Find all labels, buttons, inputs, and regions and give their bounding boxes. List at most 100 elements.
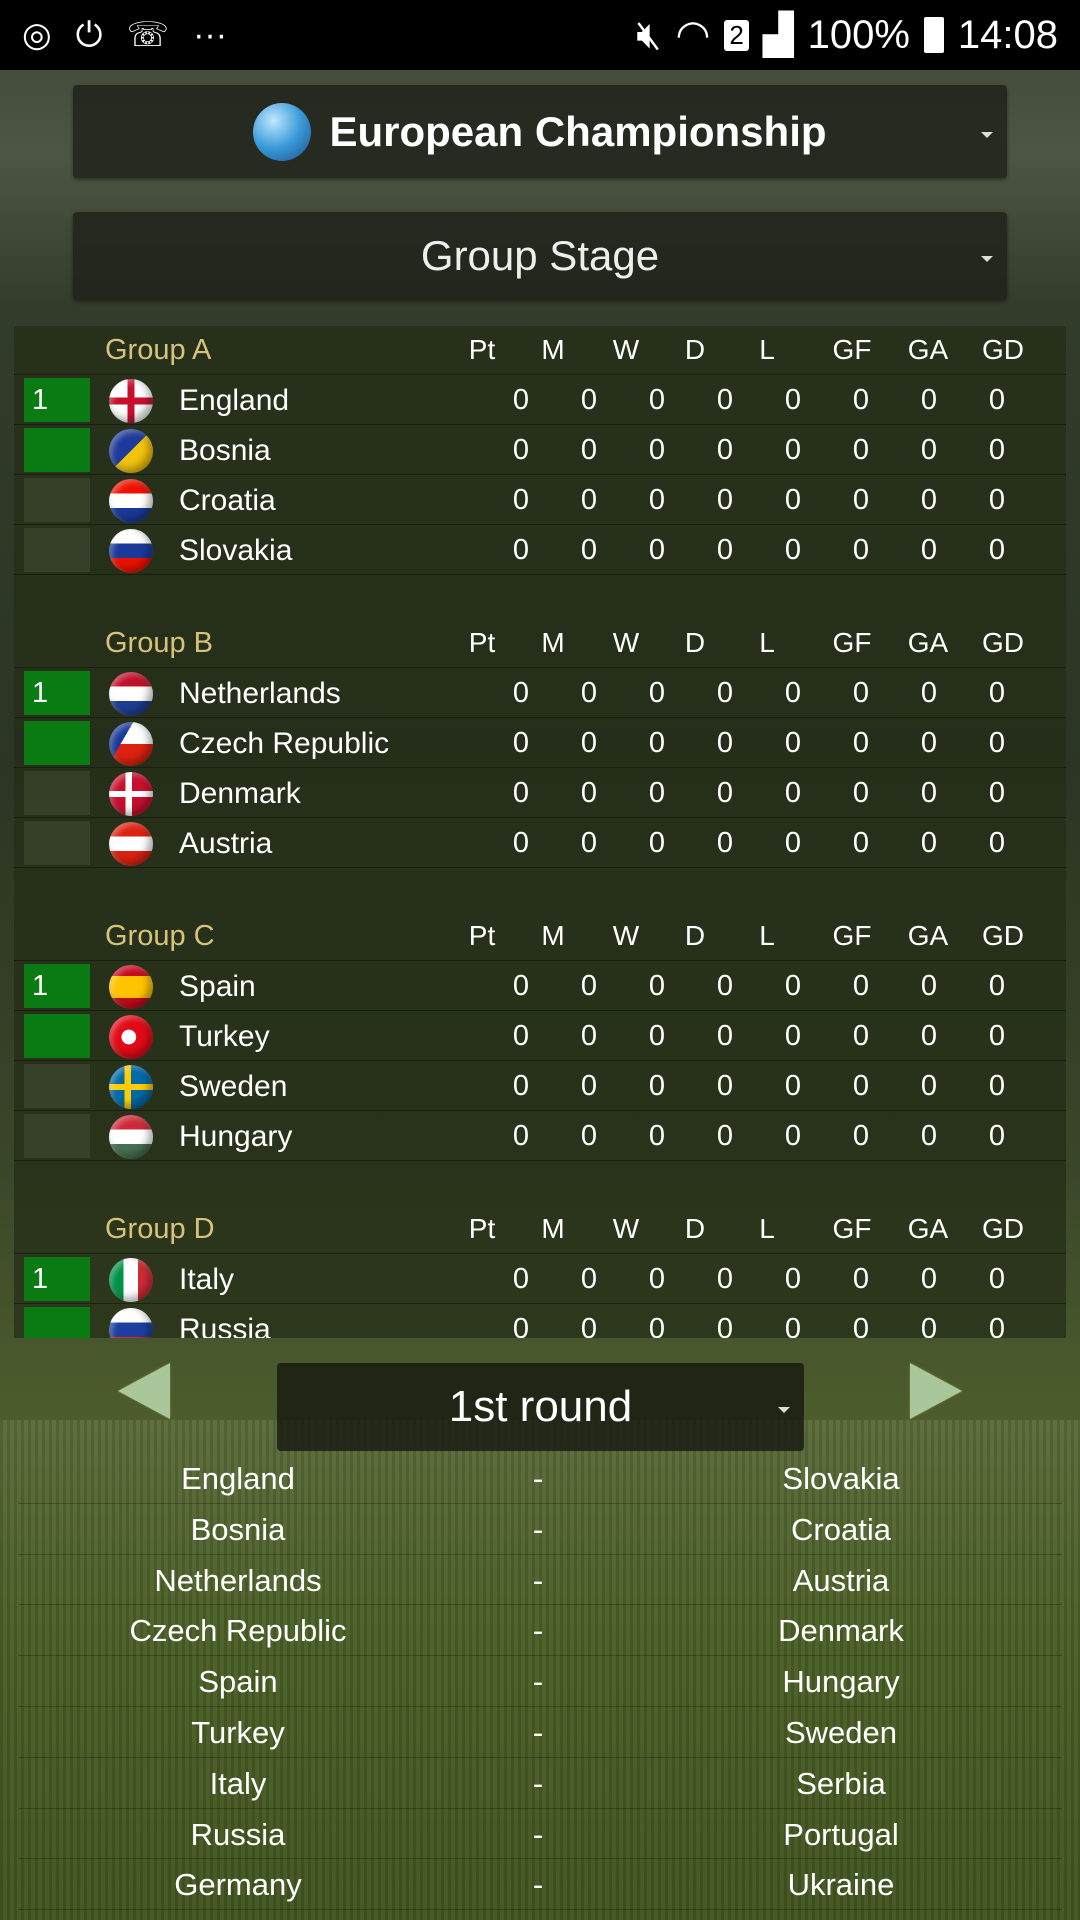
team-row[interactable]: 1 England 0 0 0 0 0 0 0 0 bbox=[14, 376, 1066, 425]
team-row[interactable]: Bosnia 0 0 0 0 0 0 0 0 bbox=[14, 426, 1066, 475]
round-dropdown[interactable]: 1st round bbox=[277, 1363, 804, 1451]
match-row[interactable]: Spain - Hungary bbox=[18, 1656, 1062, 1707]
column-header[interactable]: D bbox=[660, 920, 730, 952]
column-header[interactable]: W bbox=[591, 920, 661, 952]
team-row[interactable]: Croatia 0 0 0 0 0 0 0 0 bbox=[14, 476, 1066, 525]
column-header[interactable]: M bbox=[518, 627, 588, 659]
standings-table[interactable]: Group A Pt M W D L GF GA GD 1 England 0 0 0 0 0 0 0 0 Bo… bbox=[14, 326, 1066, 1338]
match-row[interactable]: Turkey - Sweden bbox=[18, 1707, 1062, 1758]
column-header[interactable]: D bbox=[660, 627, 730, 659]
team-row[interactable]: 1 Italy 0 0 0 0 0 0 0 0 bbox=[14, 1255, 1066, 1304]
column-header[interactable]: D bbox=[660, 334, 730, 366]
stat-value: 0 bbox=[852, 1070, 870, 1102]
column-header[interactable]: L bbox=[732, 334, 802, 366]
column-header[interactable]: L bbox=[732, 920, 802, 952]
team-row[interactable]: Czech Republic 0 0 0 0 0 0 0 0 bbox=[14, 719, 1066, 768]
competition-dropdown[interactable]: European Championship bbox=[73, 85, 1007, 178]
group-header: Group C Pt M W D L GF GA GD bbox=[14, 912, 1066, 961]
stat-value: 0 bbox=[648, 1313, 666, 1338]
match-row[interactable]: Italy - Serbia bbox=[18, 1758, 1062, 1809]
column-header[interactable]: Pt bbox=[447, 334, 517, 366]
next-round-button[interactable] bbox=[910, 1363, 962, 1419]
column-header[interactable]: GD bbox=[968, 1213, 1038, 1245]
stat-value: 0 bbox=[920, 384, 938, 416]
score-separator: - bbox=[532, 1613, 544, 1649]
column-header[interactable]: GF bbox=[817, 627, 887, 659]
column-header[interactable]: GA bbox=[893, 334, 963, 366]
previous-round-button[interactable] bbox=[118, 1363, 170, 1419]
stage-dropdown[interactable]: Group Stage bbox=[73, 212, 1007, 300]
team-row[interactable]: Austria 0 0 0 0 0 0 0 0 bbox=[14, 819, 1066, 868]
stat-value: 0 bbox=[580, 1120, 598, 1152]
column-header[interactable]: GA bbox=[893, 627, 963, 659]
match-row[interactable]: Russia - Portugal bbox=[18, 1809, 1062, 1860]
team-name: Turkey bbox=[179, 1020, 270, 1053]
stat-value: 0 bbox=[920, 1263, 938, 1295]
dropdown-caret-icon bbox=[981, 131, 993, 138]
stat-value: 0 bbox=[580, 1070, 598, 1102]
column-header[interactable]: GD bbox=[968, 627, 1038, 659]
column-header[interactable]: M bbox=[518, 334, 588, 366]
column-header[interactable]: GF bbox=[817, 1213, 887, 1245]
match-row[interactable]: Czech Republic - Denmark bbox=[18, 1605, 1062, 1657]
column-header[interactable]: W bbox=[591, 1213, 661, 1245]
stat-value: 0 bbox=[920, 1020, 938, 1052]
column-header[interactable]: M bbox=[518, 1213, 588, 1245]
column-header[interactable]: GD bbox=[968, 920, 1038, 952]
column-header[interactable]: D bbox=[660, 1213, 730, 1245]
column-header[interactable]: W bbox=[591, 627, 661, 659]
rank-badge bbox=[24, 1064, 90, 1108]
team-row[interactable]: Denmark 0 0 0 0 0 0 0 0 bbox=[14, 769, 1066, 818]
rank-badge bbox=[24, 821, 90, 865]
team-row[interactable]: Hungary 0 0 0 0 0 0 0 0 bbox=[14, 1112, 1066, 1161]
team-row[interactable]: Russia 0 0 0 0 0 0 0 0 bbox=[14, 1305, 1066, 1338]
stat-value: 0 bbox=[784, 1263, 802, 1295]
column-header[interactable]: Pt bbox=[447, 627, 517, 659]
stat-value: 0 bbox=[988, 777, 1006, 809]
column-header[interactable]: GF bbox=[817, 920, 887, 952]
match-row[interactable]: Netherlands - Austria bbox=[18, 1555, 1062, 1606]
column-header[interactable]: GD bbox=[968, 334, 1038, 366]
stat-value: 0 bbox=[580, 1263, 598, 1295]
stat-value: 0 bbox=[920, 777, 938, 809]
stat-value: 0 bbox=[648, 777, 666, 809]
rank-badge bbox=[24, 771, 90, 815]
match-row[interactable]: Bosnia - Croatia bbox=[18, 1504, 1062, 1555]
stat-value: 0 bbox=[648, 1070, 666, 1102]
column-header[interactable]: Pt bbox=[447, 920, 517, 952]
score-separator: - bbox=[532, 1765, 544, 1801]
stat-value: 0 bbox=[648, 484, 666, 516]
team-row[interactable]: 1 Netherlands 0 0 0 0 0 0 0 0 bbox=[14, 669, 1066, 718]
home-team: Italy bbox=[209, 1765, 267, 1801]
match-row[interactable]: England - Slovakia bbox=[18, 1453, 1062, 1504]
column-header[interactable]: Pt bbox=[447, 1213, 517, 1245]
group-title: Group D bbox=[105, 1213, 215, 1245]
column-header[interactable]: GA bbox=[893, 920, 963, 952]
team-row[interactable]: Turkey 0 0 0 0 0 0 0 0 bbox=[14, 1012, 1066, 1061]
column-header[interactable]: GF bbox=[817, 334, 887, 366]
stat-value: 0 bbox=[852, 534, 870, 566]
rank-badge: 1 bbox=[24, 1257, 90, 1301]
team-row[interactable]: Sweden 0 0 0 0 0 0 0 0 bbox=[14, 1062, 1066, 1111]
team-row[interactable]: 1 Spain 0 0 0 0 0 0 0 0 bbox=[14, 962, 1066, 1011]
column-header[interactable]: L bbox=[732, 627, 802, 659]
stat-value: 0 bbox=[512, 677, 530, 709]
status-bar: ◎ ⏻ ☏ ··· 🔇︎ ◠ 2 ▟ 100% 14:08 bbox=[0, 0, 1080, 70]
away-team: Croatia bbox=[791, 1511, 891, 1547]
flag-ita-icon bbox=[109, 1258, 153, 1302]
rank-badge bbox=[24, 721, 90, 765]
team-row[interactable]: Slovakia 0 0 0 0 0 0 0 0 bbox=[14, 526, 1066, 575]
stat-value: 0 bbox=[852, 384, 870, 416]
column-header[interactable]: GA bbox=[893, 1213, 963, 1245]
stat-value: 0 bbox=[512, 1313, 530, 1338]
stat-value: 0 bbox=[988, 484, 1006, 516]
column-header[interactable]: W bbox=[591, 334, 661, 366]
column-header[interactable]: M bbox=[518, 920, 588, 952]
stat-value: 0 bbox=[852, 484, 870, 516]
column-header[interactable]: L bbox=[732, 1213, 802, 1245]
team-name: England bbox=[179, 384, 290, 417]
match-row[interactable]: Germany - Ukraine bbox=[18, 1859, 1062, 1911]
stat-value: 0 bbox=[988, 727, 1006, 759]
wifi-icon: ◠ bbox=[675, 13, 711, 57]
home-team: Spain bbox=[198, 1664, 278, 1700]
